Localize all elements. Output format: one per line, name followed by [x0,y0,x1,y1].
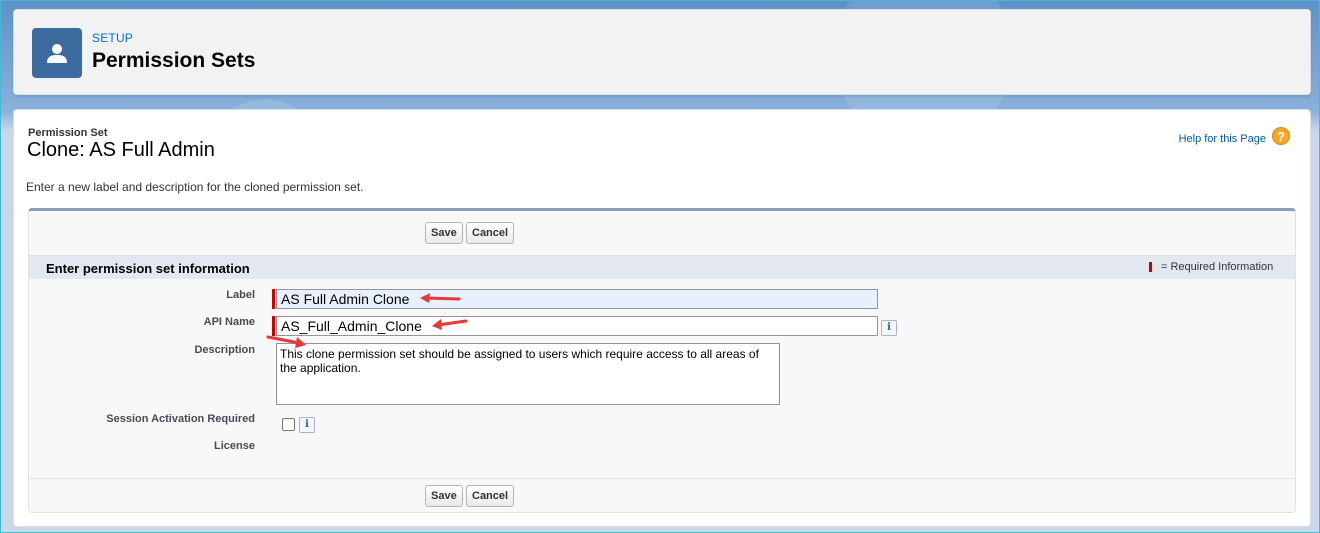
page-title: Clone: AS Full Admin [27,139,215,161]
form-footer-divider [29,478,1295,479]
label-required-marker [272,289,275,309]
required-legend: = Required Information [1161,261,1274,273]
annotation-arrow-icon [420,293,461,303]
label-input[interactable]: AS Full Admin Clone [276,289,878,309]
user-icon [32,28,82,78]
session-activation-info-icon[interactable]: i [299,417,315,433]
api-name-info-icon[interactable]: i [881,320,897,336]
license-field-label: License [214,440,255,452]
setup-header: SETUP Permission Sets [13,9,1311,95]
section-title: Enter permission set information [46,261,250,276]
description-textarea[interactable]: This clone permission set should be assi… [276,343,780,405]
label-field-label: Label [226,289,255,301]
api-name-input[interactable]: AS_Full_Admin_Clone [276,316,878,336]
required-legend-marker [1149,262,1152,272]
session-activation-checkbox[interactable] [282,418,295,431]
save-button-top[interactable]: Save [425,222,463,244]
setup-eyebrow: SETUP [92,31,134,45]
clone-form: Save Cancel Enter permission set informa… [28,208,1296,513]
description-field-label: Description [194,344,255,356]
main-content: Permission Set Clone: AS Full Admin Help… [13,109,1311,527]
intro-text: Enter a new label and description for th… [26,180,364,194]
page-frame: SETUP Permission Sets Permission Set Clo… [0,0,1320,533]
annotation-arrow-icon [432,319,468,330]
save-button-bottom[interactable]: Save [425,485,463,507]
cancel-button-bottom[interactable]: Cancel [466,485,515,507]
help-link[interactable]: Help for this Page [1179,133,1266,145]
page-header-title: Permission Sets [92,49,256,72]
annotation-arrow-icon [266,335,306,348]
cancel-button-top[interactable]: Cancel [466,222,515,244]
record-type-label: Permission Set [28,127,108,139]
question-icon[interactable]: ? [1272,127,1290,145]
session-activation-field-label: Session Activation Required [106,413,255,425]
section-header: Enter permission set information = Requi… [29,255,1295,279]
api-name-field-label: API Name [203,316,255,328]
